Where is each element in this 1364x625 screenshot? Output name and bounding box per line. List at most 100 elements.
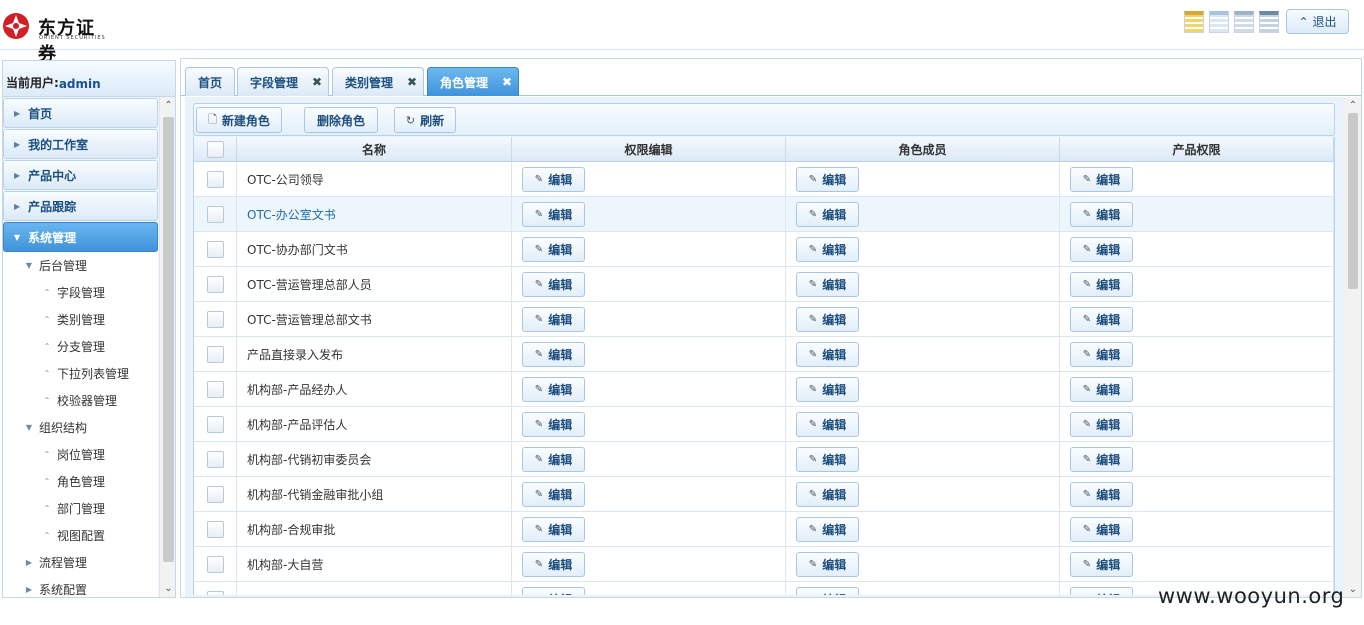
table-row[interactable]: 机构部-产品评估人 ✎ 编辑 ✎ 编辑 ✎ 编辑 xyxy=(194,407,1334,442)
content-scrollbar[interactable]: ⌃ ⌄ xyxy=(1345,97,1361,597)
role-members-edit-button[interactable]: ✎ 编辑 xyxy=(796,307,859,332)
tab-home[interactable]: 首页 xyxy=(185,67,235,96)
table-row[interactable]: 机构部-大自营 ✎ 编辑 ✎ 编辑 ✎ 编辑 xyxy=(194,547,1334,582)
product-permission-edit-button[interactable]: ✎ 编辑 xyxy=(1070,412,1133,437)
table-row[interactable]: 机构部-产品经办人 ✎ 编辑 ✎ 编辑 ✎ 编辑 xyxy=(194,372,1334,407)
theme-yellow-icon[interactable] xyxy=(1184,11,1204,33)
table-row[interactable]: 机构部-合规审批 ✎ 编辑 ✎ 编辑 ✎ 编辑 xyxy=(194,512,1334,547)
product-permission-edit-button[interactable]: ✎ 编辑 xyxy=(1070,482,1133,507)
role-members-edit-button[interactable]: ✎ 编辑 xyxy=(796,552,859,577)
table-row[interactable]: OTC-协办部门文书 ✎ 编辑 ✎ 编辑 ✎ 编辑 xyxy=(194,232,1334,267)
role-members-edit-button[interactable]: ✎ 编辑 xyxy=(796,587,859,595)
product-permission-edit-button[interactable]: ✎ 编辑 xyxy=(1070,202,1133,227)
tree-node-branch-management[interactable]: ⌃ 分支管理 xyxy=(3,333,158,360)
close-icon[interactable]: ✖ xyxy=(502,75,512,89)
table-row[interactable]: OTC-营运管理总部人员 ✎ 编辑 ✎ 编辑 ✎ 编辑 xyxy=(194,267,1334,302)
permission-edit-button[interactable]: ✎ 编辑 xyxy=(522,202,585,227)
permission-edit-button[interactable]: ✎ 编辑 xyxy=(522,447,585,472)
tree-node-role-management[interactable]: ⌃ 角色管理 xyxy=(3,468,158,495)
theme-gray-icon[interactable] xyxy=(1234,11,1254,33)
row-checkbox[interactable] xyxy=(206,206,224,223)
new-role-button[interactable]: 🗋 新建角色 xyxy=(196,107,282,133)
permission-edit-button[interactable]: ✎ 编辑 xyxy=(522,272,585,297)
row-checkbox[interactable] xyxy=(206,276,224,293)
scroll-thumb[interactable] xyxy=(163,117,174,562)
column-header-permission-edit[interactable]: 权限编辑 xyxy=(512,137,786,162)
row-checkbox[interactable] xyxy=(206,416,224,433)
permission-edit-button[interactable]: ✎ 编辑 xyxy=(522,587,585,595)
table-row[interactable]: OTC-公司领导 ✎ 编辑 ✎ 编辑 ✎ 编辑 xyxy=(194,162,1334,197)
delete-role-button[interactable]: 删除角色 xyxy=(304,107,378,133)
permission-edit-button[interactable]: ✎ 编辑 xyxy=(522,552,585,577)
product-permission-edit-button[interactable]: ✎ 编辑 xyxy=(1070,587,1133,595)
product-permission-edit-button[interactable]: ✎ 编辑 xyxy=(1070,307,1133,332)
product-permission-edit-button[interactable]: ✎ 编辑 xyxy=(1070,377,1133,402)
permission-edit-button[interactable]: ✎ 编辑 xyxy=(522,342,585,367)
row-checkbox[interactable] xyxy=(206,521,224,538)
theme-blue-icon[interactable] xyxy=(1259,11,1279,33)
scroll-thumb[interactable] xyxy=(1348,113,1358,289)
select-all-checkbox[interactable] xyxy=(206,141,224,158)
scroll-down-icon[interactable]: ⌄ xyxy=(1345,581,1361,597)
product-permission-edit-button[interactable]: ✎ 编辑 xyxy=(1070,342,1133,367)
table-row[interactable]: 机构部-代销金融审批小组 ✎ 编辑 ✎ 编辑 ✎ 编辑 xyxy=(194,477,1334,512)
tree-node-department-management[interactable]: ⌃ 部门管理 xyxy=(3,495,158,522)
row-checkbox[interactable] xyxy=(206,591,224,595)
sidebar-scrollbar[interactable]: ⌃ ⌄ xyxy=(159,97,175,597)
row-checkbox[interactable] xyxy=(206,311,224,328)
tree-node-validator-management[interactable]: ⌃ 校验器管理 xyxy=(3,387,158,414)
table-row[interactable]: OTC-办公室文书 ✎ 编辑 ✎ 编辑 ✎ 编辑 xyxy=(194,197,1334,232)
sidebar-item-system-management[interactable]: ▼ 系统管理 xyxy=(3,222,158,252)
role-members-edit-button[interactable]: ✎ 编辑 xyxy=(796,272,859,297)
tree-node-system-config[interactable]: ▶ 系统配置 xyxy=(3,576,158,597)
sidebar-item-home[interactable]: ▶ 首页 xyxy=(3,98,158,128)
role-members-edit-button[interactable]: ✎ 编辑 xyxy=(796,167,859,192)
sidebar-item-product-tracking[interactable]: ▶ 产品跟踪 xyxy=(3,191,158,221)
product-permission-edit-button[interactable]: ✎ 编辑 xyxy=(1070,552,1133,577)
row-checkbox[interactable] xyxy=(206,451,224,468)
scroll-down-icon[interactable]: ⌄ xyxy=(160,580,175,597)
permission-edit-button[interactable]: ✎ 编辑 xyxy=(522,482,585,507)
product-permission-edit-button[interactable]: ✎ 编辑 xyxy=(1070,167,1133,192)
table-row[interactable]: OTC-营运管理总部文书 ✎ 编辑 ✎ 编辑 ✎ 编辑 xyxy=(194,302,1334,337)
column-header-role-members[interactable]: 角色成员 xyxy=(786,137,1060,162)
role-members-edit-button[interactable]: ✎ 编辑 xyxy=(796,447,859,472)
product-permission-edit-button[interactable]: ✎ 编辑 xyxy=(1070,237,1133,262)
role-members-edit-button[interactable]: ✎ 编辑 xyxy=(796,482,859,507)
role-members-edit-button[interactable]: ✎ 编辑 xyxy=(796,377,859,402)
permission-edit-button[interactable]: ✎ 编辑 xyxy=(522,307,585,332)
tree-node-backend-management[interactable]: ▼ 后台管理 xyxy=(3,252,158,279)
row-checkbox[interactable] xyxy=(206,381,224,398)
row-checkbox[interactable] xyxy=(206,171,224,188)
refresh-button[interactable]: ↻ 刷新 xyxy=(394,107,456,133)
permission-edit-button[interactable]: ✎ 编辑 xyxy=(522,377,585,402)
close-icon[interactable]: ✖ xyxy=(312,75,322,89)
product-permission-edit-button[interactable]: ✎ 编辑 xyxy=(1070,272,1133,297)
row-checkbox[interactable] xyxy=(206,241,224,258)
role-members-edit-button[interactable]: ✎ 编辑 xyxy=(796,342,859,367)
tree-node-field-management[interactable]: ⌃ 字段管理 xyxy=(3,279,158,306)
permission-edit-button[interactable]: ✎ 编辑 xyxy=(522,517,585,542)
theme-lightblue-icon[interactable] xyxy=(1209,11,1229,33)
close-icon[interactable]: ✖ xyxy=(407,75,417,89)
tree-node-category-management[interactable]: ⌃ 类别管理 xyxy=(3,306,158,333)
role-members-edit-button[interactable]: ✎ 编辑 xyxy=(796,517,859,542)
tree-node-position-management[interactable]: ⌃ 岗位管理 xyxy=(3,441,158,468)
product-permission-edit-button[interactable]: ✎ 编辑 xyxy=(1070,517,1133,542)
sidebar-item-my-studio[interactable]: ▶ 我的工作室 xyxy=(3,129,158,159)
scroll-up-icon[interactable]: ⌃ xyxy=(1345,97,1361,113)
tree-node-workflow-management[interactable]: ▶ 流程管理 xyxy=(3,549,158,576)
logout-button[interactable]: ⌃ 退出 xyxy=(1286,9,1349,34)
permission-edit-button[interactable]: ✎ 编辑 xyxy=(522,237,585,262)
row-checkbox[interactable] xyxy=(206,346,224,363)
tab-category-management[interactable]: 类别管理 ✖ xyxy=(332,67,424,96)
column-header-name[interactable]: 名称 xyxy=(237,137,512,162)
permission-edit-button[interactable]: ✎ 编辑 xyxy=(522,167,585,192)
tab-role-management[interactable]: 角色管理 ✖ xyxy=(427,67,519,96)
column-header-product-permission[interactable]: 产品权限 xyxy=(1060,137,1334,162)
tree-node-view-config[interactable]: ⌃ 视图配置 xyxy=(3,522,158,549)
tree-node-organization[interactable]: ▼ 组织结构 xyxy=(3,414,158,441)
role-members-edit-button[interactable]: ✎ 编辑 xyxy=(796,202,859,227)
product-permission-edit-button[interactable]: ✎ 编辑 xyxy=(1070,447,1133,472)
permission-edit-button[interactable]: ✎ 编辑 xyxy=(522,412,585,437)
